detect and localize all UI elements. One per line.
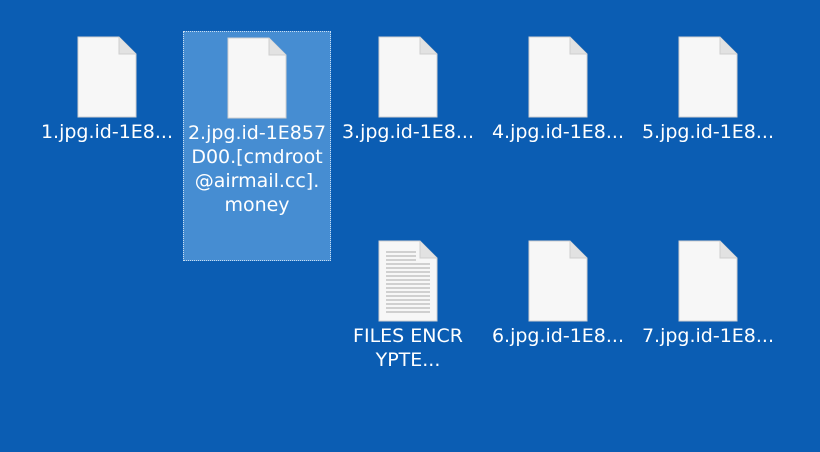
text-document-icon — [378, 240, 438, 322]
file-label: 3.jpg.id-1E8... — [341, 121, 475, 143]
blank-file-icon — [528, 36, 588, 118]
file-label: 7.jpg.id-1E8... — [641, 325, 775, 347]
blank-file-icon — [678, 36, 738, 118]
blank-file-icon — [378, 36, 438, 118]
file-item-5[interactable]: 5.jpg.id-1E8... — [634, 34, 782, 144]
file-item-2[interactable]: 2.jpg.id-1E857D00.[cmdroot@airmail.cc].m… — [183, 31, 331, 261]
desktop: 1.jpg.id-1E8... 2.jpg.id-1E857D00.[cmdro… — [0, 0, 820, 452]
file-item-7[interactable]: 7.jpg.id-1E8... — [634, 238, 782, 348]
file-item-6[interactable]: 6.jpg.id-1E8... — [484, 238, 632, 348]
blank-file-icon — [678, 240, 738, 322]
file-label: 1.jpg.id-1E8... — [40, 121, 174, 143]
file-item-3[interactable]: 3.jpg.id-1E8... — [334, 34, 482, 144]
file-label: 2.jpg.id-1E857D00.[cmdroot@airmail.cc].m… — [187, 122, 327, 216]
file-label: 6.jpg.id-1E8... — [491, 325, 625, 347]
blank-file-icon — [77, 36, 137, 118]
file-item-4[interactable]: 4.jpg.id-1E8... — [484, 34, 632, 144]
blank-file-icon — [528, 240, 588, 322]
file-item-files-encrypted[interactable]: FILES ENCRYPTE... — [334, 238, 482, 372]
file-label: FILES ENCRYPTE... — [353, 325, 463, 371]
file-item-1[interactable]: 1.jpg.id-1E8... — [33, 34, 181, 144]
blank-file-icon — [227, 37, 287, 119]
file-label: 5.jpg.id-1E8... — [641, 121, 775, 143]
file-label: 4.jpg.id-1E8... — [491, 121, 625, 143]
